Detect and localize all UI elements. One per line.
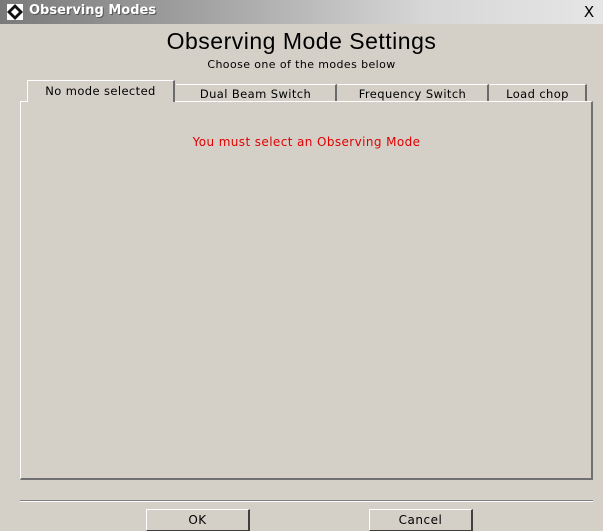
window-title: Observing Modes xyxy=(29,3,157,18)
divider xyxy=(20,500,593,502)
tab-panel: You must select an Observing Mode xyxy=(20,101,593,480)
ok-button[interactable]: OK xyxy=(146,509,250,531)
page-subtitle: Choose one of the modes below xyxy=(207,58,396,71)
cancel-button[interactable]: Cancel xyxy=(369,509,473,531)
close-icon[interactable]: X xyxy=(581,4,597,20)
select-mode-warning: You must select an Observing Mode xyxy=(192,135,421,149)
tab-frequency-switch[interactable]: Frequency Switch xyxy=(338,84,489,102)
tab-load-chop[interactable]: Load chop xyxy=(490,84,587,102)
observing-modes-window: Observing Modes X Observing Mode Setting… xyxy=(0,0,603,531)
tab-dual-beam-switch[interactable]: Dual Beam Switch xyxy=(176,84,337,102)
page-title: Observing Mode Settings xyxy=(166,28,437,54)
title-bar[interactable]: Observing Modes X xyxy=(0,0,603,24)
tab-no-mode-selected[interactable]: No mode selected xyxy=(27,80,175,102)
diamond-app-icon xyxy=(7,4,23,20)
